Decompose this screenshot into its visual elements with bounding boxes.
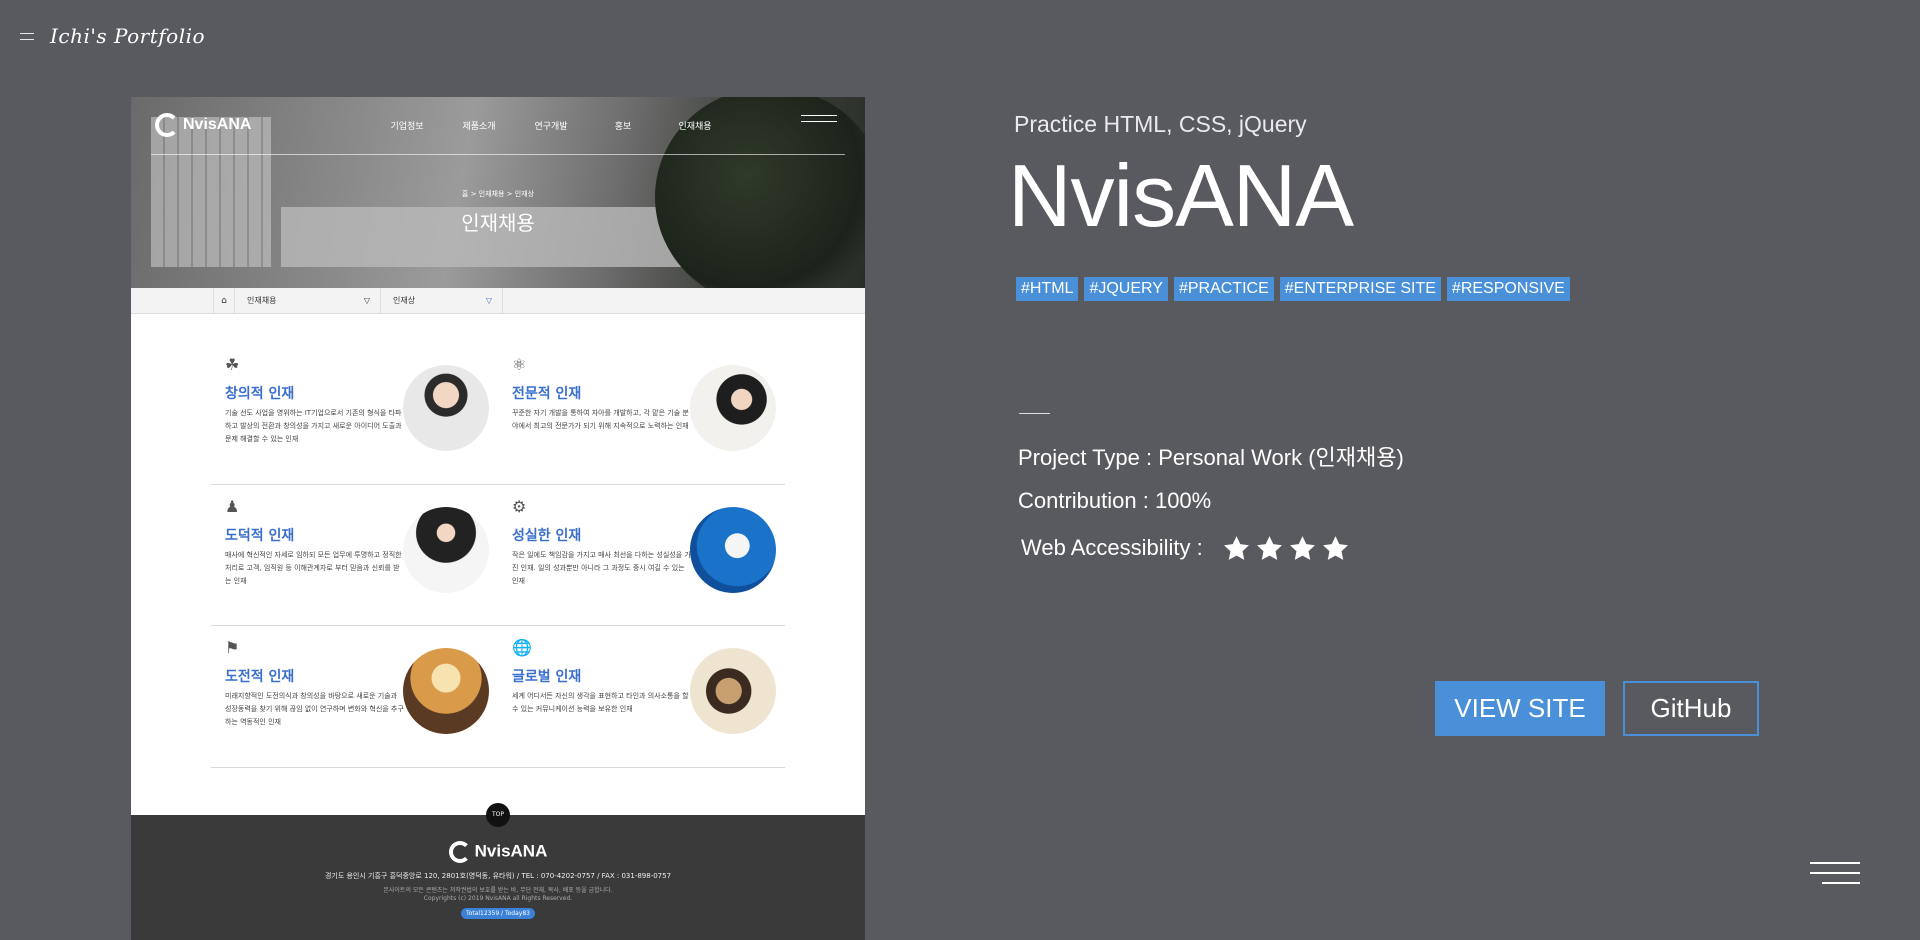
stairs-climb-icon: ⚑: [225, 638, 240, 657]
card-text: 작은 일에도 책임감을 가지고 매사 최선을 다하는 성실성을 가진 인재. 일…: [512, 551, 691, 585]
preview-card: ♟ 도덕적 인재 매사에 혁신적인 자세로 임하되 모든 업무에 투명하고 정직…: [225, 497, 505, 597]
card-photo: [690, 507, 776, 593]
preview-card: ⚛ 전문적 인재 꾸준한 자기 개발을 통하여 자아를 개발하고, 각 맡은 기…: [512, 355, 792, 455]
info-divider: [1019, 413, 1050, 414]
preview-footer-address: 경기도 용인시 기흥구 흥덕중앙로 120, 2801호(영덕동, 유타워) /…: [324, 872, 672, 880]
preview-select-2: 인재상 ▽: [381, 288, 503, 314]
card-row-divider: [211, 484, 785, 485]
card-title: 도덕적 인재: [225, 528, 295, 544]
preview-card: ⚑ 도전적 인재 미래지향적인 도전의식과 창의성을 바탕으로 새로운 기술과 …: [225, 638, 505, 738]
card-title: 도전적 인재: [225, 669, 295, 685]
preview-card: ⚙ 성실한 인재 작은 일에도 책임감을 가지고 매사 최선을 다하는 성실성을…: [512, 497, 792, 597]
project-type: Project Type : Personal Work (인재채용): [1018, 445, 1404, 470]
card-row-divider: [211, 625, 785, 626]
github-button[interactable]: GitHub: [1623, 681, 1759, 736]
star-icon: [1257, 536, 1282, 560]
card-photo: [403, 365, 489, 451]
preview-breadcrumb: 홈 > 인재채용 > 인재상: [461, 190, 535, 198]
card-title: 전문적 인재: [512, 386, 582, 402]
preview-top-button: TOP: [486, 803, 510, 827]
project-subtitle: Practice HTML, CSS, jQuery: [1014, 111, 1307, 137]
card-photo: [690, 365, 776, 451]
preview-select-2-label: 인재상: [393, 296, 416, 305]
preview-nav-item: 기업정보: [390, 122, 424, 132]
view-site-button[interactable]: VIEW SITE: [1435, 681, 1605, 736]
preview-nav-item: 인재채용: [678, 122, 712, 132]
card-photo: [403, 648, 489, 734]
preview-hero-title: 인재채용: [461, 211, 535, 235]
preview-footer-copyright: Copyrights (c) 2019 NvisANA all Rights R…: [423, 895, 573, 902]
nvisana-logo-icon: [155, 113, 179, 137]
tag-responsive: #RESPONSIVE: [1446, 277, 1570, 301]
preview-card: 🌐 글로벌 인재 세계 어디서든 자신의 생각을 표현하고 타인과 의사소통을 …: [512, 638, 792, 738]
preview-nav-item: 제품소개: [462, 122, 496, 132]
accessibility-label: Web Accessibility :: [1021, 535, 1203, 560]
preview-nav-item: 홍보: [614, 122, 632, 132]
preview-menu-icon: [801, 115, 837, 129]
hand-idea-icon: ☘: [225, 355, 240, 374]
contribution: Contribution : 100%: [1018, 488, 1212, 513]
tag-list: #HTML #JQUERY #PRACTICE #ENTERPRISE SITE…: [1016, 277, 1570, 301]
preview-footer-logo-text: NvisANA: [474, 841, 548, 861]
star-icon: [1323, 536, 1348, 560]
preview-nav-item: 연구개발: [534, 122, 568, 132]
hamburger-menu-icon[interactable]: [1810, 862, 1860, 888]
gear-people-icon: ⚙: [512, 497, 527, 516]
card-title: 창의적 인재: [225, 386, 295, 402]
preview-select-1-label: 인재채용: [247, 296, 277, 305]
network-icon: ⚛: [512, 355, 527, 374]
card-text: 매사에 혁신적인 자세로 임하되 모든 업무에 투명하고 정직한 처리로 고객,…: [225, 551, 402, 585]
preview-nav: 기업정보 제품소개 연구개발 홍보 인재채용: [371, 119, 731, 132]
card-text: 기술 선도 사업을 영위하는 IT기업으로서 기존의 형식을 타파하고 발상의 …: [225, 409, 402, 443]
portfolio-logo[interactable]: Ichi's Portfolio: [50, 24, 205, 48]
tag-enterprise-site: #ENTERPRISE SITE: [1279, 277, 1441, 301]
preview-footer-notice: 본사이트의 모든 콘텐츠는 저작권법의 보호를 받는 바, 무단 전재, 복사,…: [383, 887, 613, 894]
tag-html: #HTML: [1016, 277, 1079, 301]
preview-nav-divider: [151, 154, 845, 155]
star-icon: [1224, 536, 1249, 560]
card-text: 세계 어디서든 자신의 생각을 표현하고 타인과 의사소통을 할 수 있는 커뮤…: [512, 692, 689, 713]
preview-footer-counter: Total12359 / Today83: [461, 908, 535, 919]
preview-logo: NvisANA: [155, 113, 251, 137]
globe-icon: 🌐: [512, 638, 532, 657]
tag-jquery: #JQUERY: [1084, 277, 1168, 301]
preview-footer: NvisANA 경기도 용인시 기흥구 흥덕중앙로 120, 2801호(영덕동…: [131, 815, 865, 940]
menu-icon[interactable]: [20, 33, 34, 42]
preview-footer-logo: NvisANA: [131, 841, 865, 863]
preview-logo-text: NvisANA: [183, 116, 252, 133]
accessibility-rating: [1222, 534, 1350, 563]
card-text: 미래지향적인 도전의식과 창의성을 바탕으로 새로운 기술과 성장동력을 찾기 …: [225, 692, 404, 726]
preview-subnav: ⌂ 인재채용 ▽ 인재상 ▽: [131, 288, 865, 314]
card-title: 글로벌 인재: [512, 669, 582, 685]
card-title: 성실한 인재: [512, 528, 582, 544]
card-photo: [690, 648, 776, 734]
triangle-down-icon: ▽: [485, 296, 492, 305]
card-text: 꾸준한 자기 개발을 통하여 자아를 개발하고, 각 맡은 기술 분야에서 최고…: [512, 409, 689, 430]
preview-card: ☘ 창의적 인재 기술 선도 사업을 영위하는 IT기업으로서 기존의 형식을 …: [225, 355, 505, 455]
tag-practice: #PRACTICE: [1173, 277, 1274, 301]
site-preview-image: NvisANA 기업정보 제품소개 연구개발 홍보 인재채용 홈 > 인재채용 …: [131, 97, 865, 940]
card-row-divider: [211, 767, 785, 768]
card-photo: [403, 507, 489, 593]
people-icon: ♟: [225, 497, 240, 516]
preview-hero: NvisANA 기업정보 제품소개 연구개발 홍보 인재채용 홈 > 인재채용 …: [131, 97, 865, 288]
preview-select-1: 인재채용 ▽: [235, 288, 381, 314]
project-title: NvisANA: [1008, 146, 1354, 245]
star-icon: [1290, 536, 1315, 560]
home-icon: ⌂: [213, 288, 235, 314]
triangle-down-icon: ▽: [363, 296, 370, 305]
nvisana-logo-icon: [448, 841, 471, 863]
